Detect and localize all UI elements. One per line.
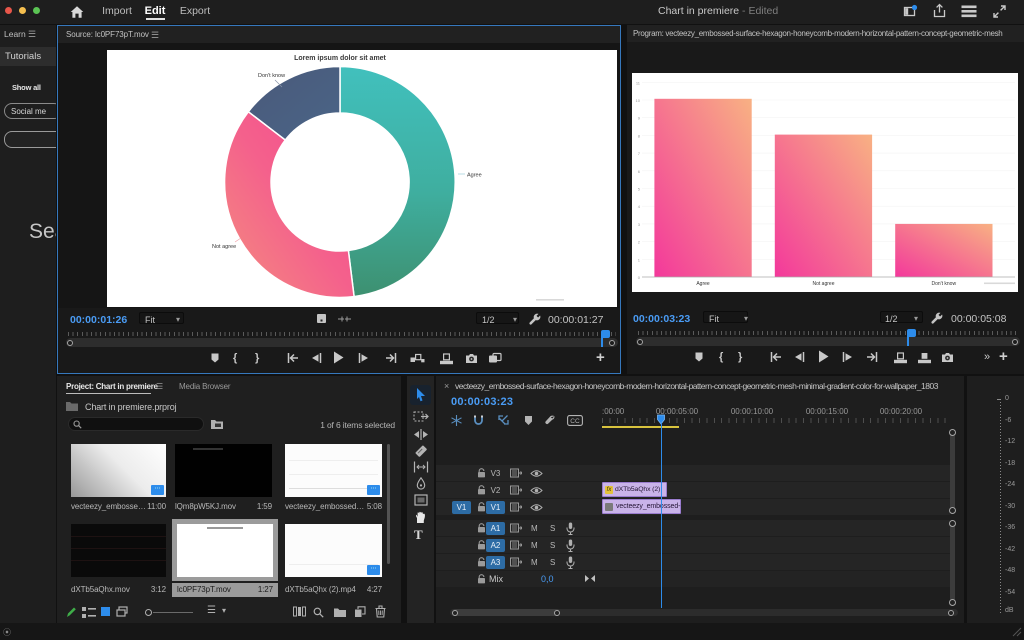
svg-text:Don't know: Don't know: [931, 281, 956, 287]
svg-text:0: 0: [637, 275, 640, 280]
svg-text:Don't know: Don't know: [258, 73, 285, 79]
svg-text:2: 2: [637, 240, 640, 245]
svg-text:5: 5: [637, 187, 640, 192]
svg-text:1: 1: [637, 257, 640, 262]
svg-text:3: 3: [637, 222, 640, 227]
svg-text:CC: CC: [570, 418, 580, 425]
svg-text:Not agree: Not agree: [212, 244, 236, 250]
svg-text:Not agree: Not agree: [812, 281, 834, 287]
svg-text:10: 10: [635, 98, 640, 103]
svg-text:4: 4: [637, 204, 640, 209]
svg-text:8: 8: [637, 133, 640, 138]
svg-text:Lorem ipsum dolor sit amet: Lorem ipsum dolor sit amet: [294, 55, 386, 62]
svg-text:11: 11: [635, 80, 640, 85]
svg-text:7: 7: [637, 151, 640, 156]
svg-text:6: 6: [637, 169, 640, 174]
svg-text:9: 9: [637, 116, 640, 121]
svg-text:Agree: Agree: [696, 281, 710, 287]
svg-text:Agree: Agree: [467, 173, 482, 179]
